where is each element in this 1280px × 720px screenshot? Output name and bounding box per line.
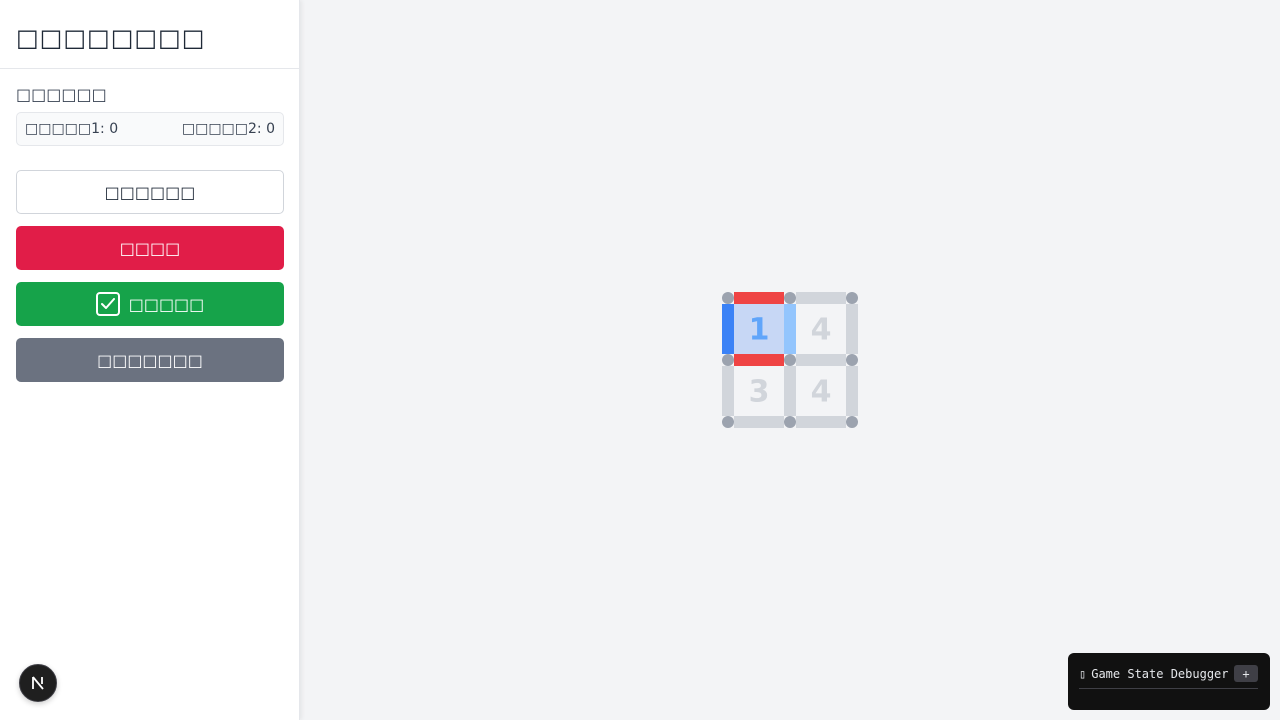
game-board: 1 4 3 4 bbox=[722, 292, 858, 428]
cell-number: 1 bbox=[749, 313, 770, 348]
edge-h-0-1[interactable] bbox=[796, 292, 846, 304]
debugger-icon: ▯ bbox=[1079, 666, 1087, 681]
debugger-toggle-button[interactable]: + bbox=[1234, 665, 1258, 682]
grid-dot bbox=[722, 354, 734, 366]
cell-number: 4 bbox=[811, 375, 832, 410]
grid-dot bbox=[846, 292, 858, 304]
debugger-divider bbox=[1079, 688, 1258, 689]
edge-h-0-0[interactable] bbox=[734, 292, 784, 304]
grid-dot bbox=[784, 416, 796, 428]
cell-number: 3 bbox=[749, 375, 770, 410]
cell-number: 4 bbox=[811, 313, 832, 348]
edge-v-0-2[interactable] bbox=[846, 304, 858, 354]
edge-h-2-1[interactable] bbox=[796, 416, 846, 428]
grid-dot bbox=[784, 292, 796, 304]
edge-h-1-0[interactable] bbox=[734, 354, 784, 366]
debugger-title-group: ▯ Game State Debugger bbox=[1079, 667, 1229, 681]
edge-v-1-2[interactable] bbox=[846, 366, 858, 416]
game-state-debugger: ▯ Game State Debugger + bbox=[1068, 653, 1270, 710]
debugger-header: ▯ Game State Debugger + bbox=[1079, 665, 1258, 682]
edge-v-1-1[interactable] bbox=[784, 366, 796, 416]
grid-dot bbox=[846, 416, 858, 428]
edge-h-2-0[interactable] bbox=[734, 416, 784, 428]
grid-dot bbox=[722, 416, 734, 428]
grid-dot bbox=[784, 354, 796, 366]
edge-h-1-1[interactable] bbox=[796, 354, 846, 366]
grid-dot bbox=[846, 354, 858, 366]
edge-v-0-1[interactable] bbox=[784, 304, 796, 354]
debugger-title: Game State Debugger bbox=[1091, 666, 1229, 681]
grid-dot bbox=[722, 292, 734, 304]
plus-icon: + bbox=[1242, 666, 1250, 681]
edge-v-1-0[interactable] bbox=[722, 366, 734, 416]
edge-v-0-0[interactable] bbox=[722, 304, 734, 354]
